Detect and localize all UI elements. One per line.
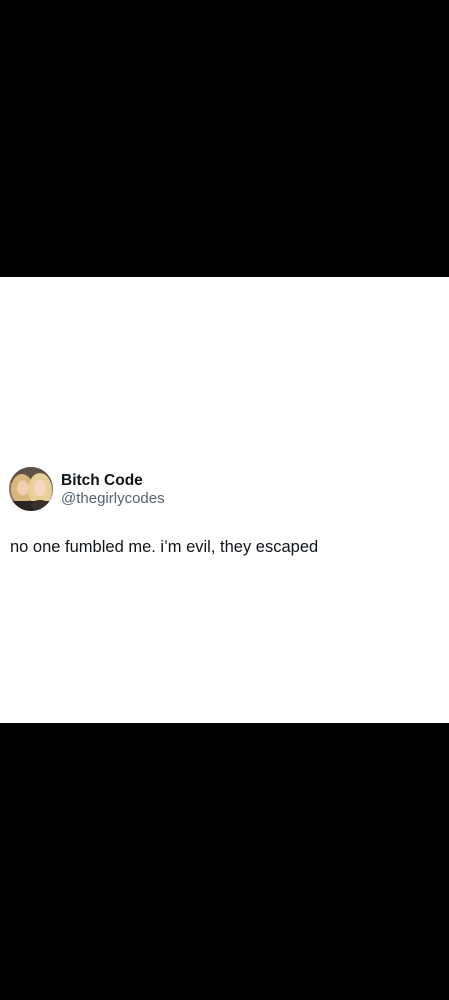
letterbox-bottom [0, 723, 449, 1000]
user-handle[interactable]: @thegirlycodes [61, 490, 165, 508]
display-name[interactable]: Bitch Code [61, 471, 165, 490]
profile-photo-icon [9, 467, 53, 511]
tweet-header: Bitch Code @thegirlycodes [9, 467, 165, 511]
tweet-text: no one fumbled me. i’m evil, they escape… [10, 538, 319, 556]
letterbox-top [0, 0, 449, 277]
avatar[interactable] [9, 467, 53, 511]
tweet-card: Bitch Code @thegirlycodes no one fumbled… [0, 277, 449, 723]
author-names: Bitch Code @thegirlycodes [61, 471, 165, 508]
